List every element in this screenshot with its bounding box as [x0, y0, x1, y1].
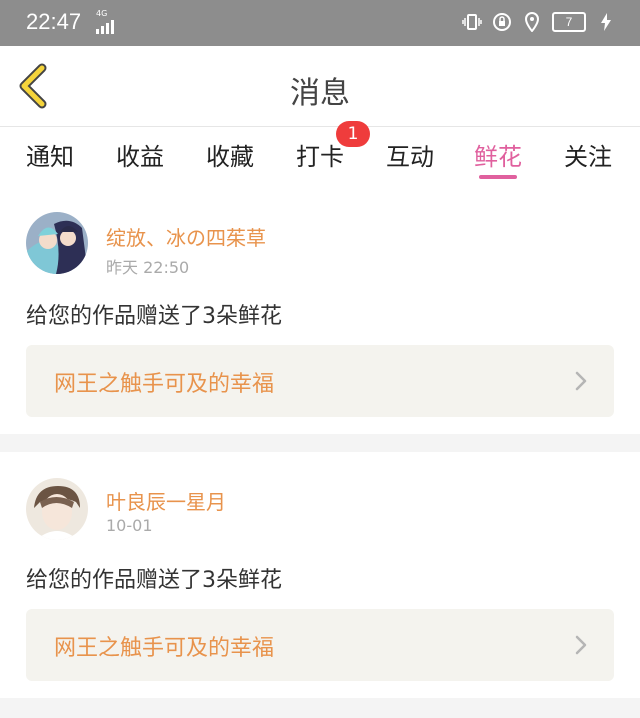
signal-icon	[96, 20, 114, 34]
tab-label: 收益	[116, 143, 164, 171]
tab-bar: 通知 收益 收藏 打卡 1 互动 鲜花 关注	[0, 121, 640, 187]
app-header: 消息	[0, 46, 640, 127]
tab-label: 鲜花	[474, 143, 522, 171]
avatar[interactable]	[26, 478, 88, 540]
avatar[interactable]	[26, 212, 88, 274]
vibrate-icon	[462, 12, 482, 32]
message-time: 10-01	[106, 516, 153, 535]
tab-notifications[interactable]: 通知	[26, 137, 74, 172]
message-time: 昨天 22:50	[106, 258, 190, 277]
lock-rotation-icon	[492, 12, 512, 32]
tab-label: 互动	[386, 143, 434, 171]
sender-name[interactable]: 绽放、冰の四茱草	[106, 222, 266, 251]
network-type-label: 4G	[96, 9, 108, 18]
tab-following[interactable]: 关注	[564, 137, 612, 172]
location-icon	[522, 12, 542, 32]
battery-icon: 7	[552, 12, 586, 32]
message-text: 给您的作品赠送了3朵鲜花	[26, 304, 282, 329]
work-title: 网王之触手可及的幸福	[54, 636, 275, 661]
chevron-right-icon	[575, 635, 587, 655]
tab-label: 打卡	[296, 143, 344, 171]
tab-label: 关注	[564, 143, 612, 171]
message-item: 叶良辰一星月 10-01 给您的作品赠送了3朵鲜花 网王之触手可及的幸福	[0, 452, 640, 698]
page-title: 消息	[290, 76, 350, 111]
status-time: 22:47	[26, 9, 82, 34]
status-bar: 22:47 4G 7	[0, 0, 640, 46]
active-tab-indicator	[479, 175, 517, 179]
tab-label: 通知	[26, 143, 74, 171]
work-title: 网王之触手可及的幸福	[54, 372, 275, 397]
work-link[interactable]: 网王之触手可及的幸福	[26, 345, 614, 417]
section-divider	[0, 698, 640, 718]
tab-interactions[interactable]: 互动	[386, 137, 434, 172]
charging-icon	[596, 12, 616, 32]
tab-favorites[interactable]: 收藏	[206, 137, 254, 172]
sender-name[interactable]: 叶良辰一星月	[106, 486, 226, 515]
tab-checkin[interactable]: 打卡 1	[296, 121, 370, 172]
work-link[interactable]: 网王之触手可及的幸福	[26, 609, 614, 681]
section-divider	[0, 434, 640, 452]
tab-flowers[interactable]: 鲜花	[474, 137, 522, 179]
message-item: 绽放、冰の四茱草 昨天 22:50 给您的作品赠送了3朵鲜花 网王之触手可及的幸…	[0, 190, 640, 434]
tab-label: 收藏	[206, 143, 254, 171]
chevron-right-icon	[575, 371, 587, 391]
tab-earnings[interactable]: 收益	[116, 137, 164, 172]
unread-badge: 1	[336, 121, 370, 147]
message-text: 给您的作品赠送了3朵鲜花	[26, 568, 282, 593]
status-icons: 7	[462, 12, 616, 32]
